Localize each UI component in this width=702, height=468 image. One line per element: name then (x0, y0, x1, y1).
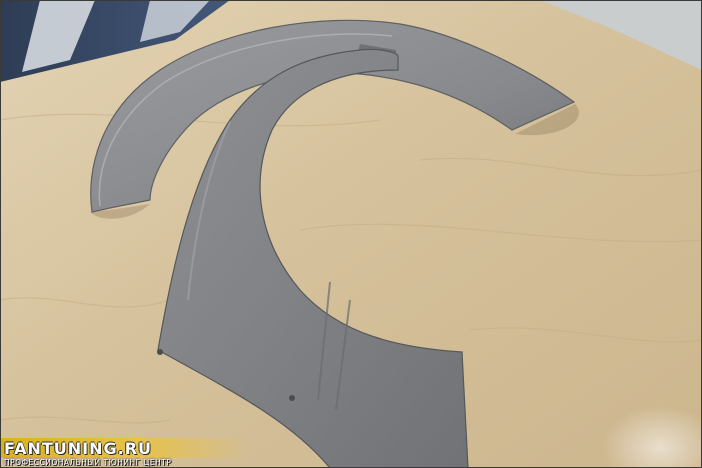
photo-scene (0, 0, 702, 468)
watermark: FANTUNING.RU ПРОФЕССИОНАЛЬНЫЙ ТЮНИНГ ЦЕН… (0, 436, 702, 468)
watermark-logo: FANTUNING.RU (4, 439, 153, 458)
watermark-tagline: ПРОФЕССИОНАЛЬНЫЙ ТЮНИНГ ЦЕНТР (4, 458, 172, 467)
mount-hole (157, 349, 163, 355)
photo-frame: FANTUNING.RU ПРОФЕССИОНАЛЬНЫЙ ТЮНИНГ ЦЕН… (0, 0, 702, 468)
mount-hole (289, 395, 295, 401)
